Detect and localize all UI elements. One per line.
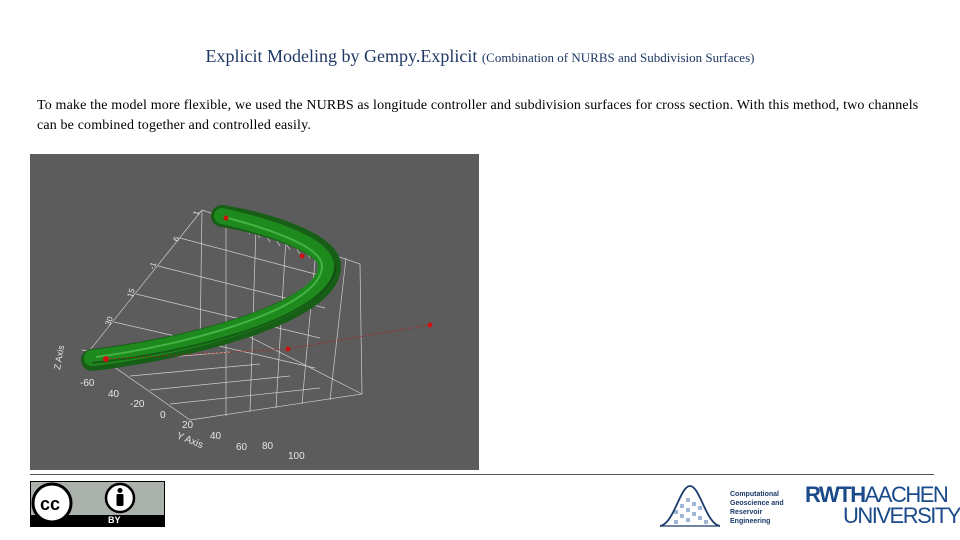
svg-text:cc: cc — [40, 494, 60, 514]
y-axis-ticks: -60 40 -20 0 20 40 60 80 100 — [80, 378, 305, 462]
z-axis-label: Z Axis — [52, 344, 66, 370]
dept-line: Engineering — [730, 518, 771, 525]
dept-line: Computational — [730, 491, 779, 498]
z-tick-label: 30 — [103, 315, 115, 327]
title-main: Explicit Modeling by Gempy.Explicit — [205, 46, 478, 66]
y-tick-label: 100 — [288, 451, 305, 462]
y-tick-label: 0 — [160, 410, 166, 421]
license-label: BY — [108, 515, 121, 525]
dept-line: Geoscience and — [730, 500, 784, 507]
y-tick-label: 20 — [182, 420, 194, 431]
dept-line: Reservoir — [730, 509, 763, 516]
y-tick-label: 40 — [210, 431, 222, 442]
3d-model-viewport[interactable]: -60 40 -20 0 20 40 60 80 100 Y Axis 1 6 … — [30, 154, 479, 470]
cgre-logo: Computational Geoscience and Reservoir E… — [658, 484, 788, 528]
cc-logo-icon: cc — [30, 481, 165, 527]
y-axis-label: Y Axis — [175, 431, 205, 452]
bell-curve-icon — [659, 485, 721, 527]
university-name-line2: UNIVERSITY — [843, 503, 960, 528]
z-tick-label: 1 — [191, 209, 201, 217]
z-tick-label: 15 — [125, 287, 137, 299]
cc-by-license-badge[interactable]: cc BY — [30, 481, 165, 527]
3d-plot: -60 40 -20 0 20 40 60 80 100 Y Axis 1 6 … — [52, 205, 433, 462]
y-tick-label: 80 — [262, 441, 274, 452]
y-tick-label: 40 — [108, 389, 120, 400]
slide-description: To make the model more flexible, we used… — [37, 98, 919, 133]
footer-divider — [30, 474, 934, 475]
slide-title: Explicit Modeling by Gempy.Explicit (Com… — [0, 44, 960, 70]
z-tick-label: -1 — [147, 260, 158, 270]
z-tick-label: 6 — [171, 235, 181, 243]
rwth-aachen-logo: RWTHAACHEN UNIVERSITY — [805, 484, 960, 528]
z-axis-ticks: 1 6 -1 15 30 — [103, 209, 201, 327]
y-tick-label: -20 — [130, 399, 145, 410]
title-subtitle: (Combination of NURBS and Subdivision Su… — [481, 50, 755, 65]
y-tick-label: -60 — [80, 378, 95, 389]
y-tick-label: 60 — [236, 442, 248, 453]
